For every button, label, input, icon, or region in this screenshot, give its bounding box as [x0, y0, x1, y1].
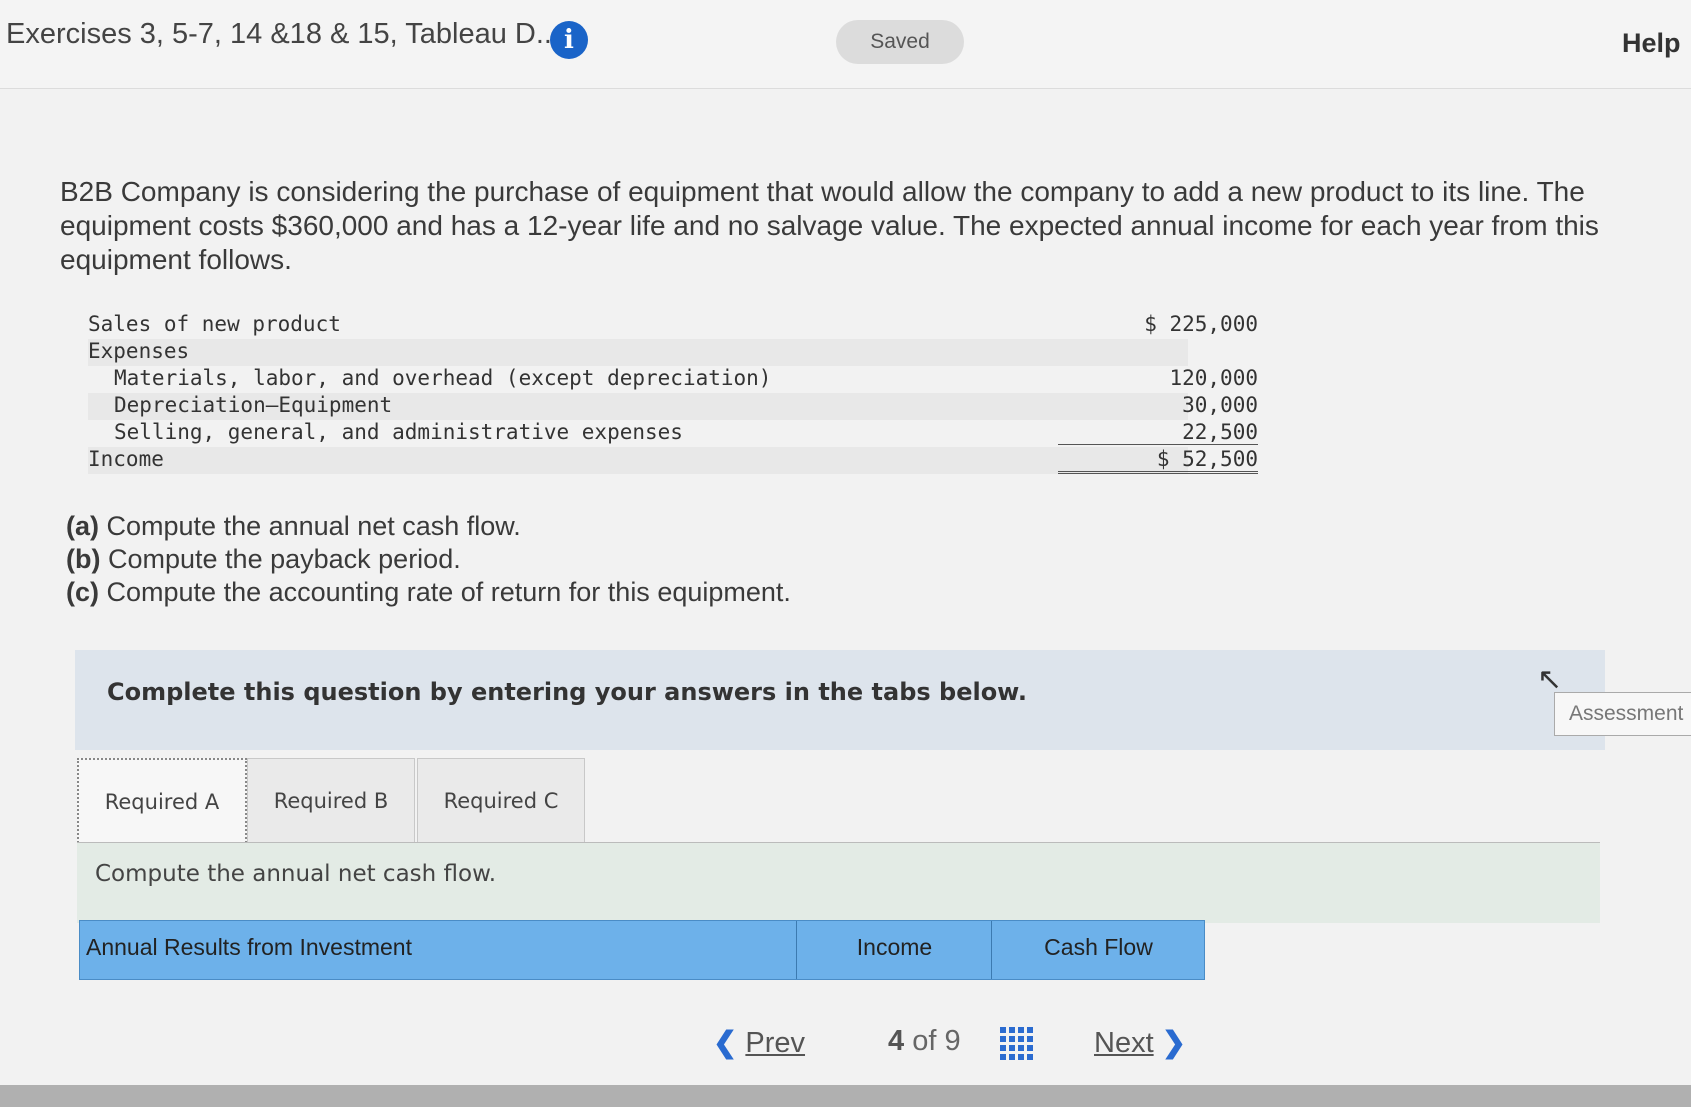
tab-panel: Compute the annual net cash flow. — [77, 842, 1600, 923]
info-icon[interactable]: i — [550, 21, 588, 59]
tab-required-c[interactable]: Required C — [417, 758, 585, 844]
help-link[interactable]: Help — [1622, 28, 1681, 59]
row-amount: $ 52,500 — [1058, 447, 1258, 474]
tab-required-b[interactable]: Required B — [247, 758, 415, 844]
assessment-label[interactable]: Assessment — [1554, 692, 1691, 736]
results-table-header: Annual Results from Investment Income Ca… — [79, 920, 1205, 980]
requirement-b: (b) Compute the payback period. — [66, 544, 461, 574]
statement-row-income: Income $ 52,500 — [88, 447, 1258, 474]
row-amount: 22,500 — [1058, 420, 1258, 445]
statement-row-sales: Sales of new product $ 225,000 — [88, 312, 1258, 339]
row-label: Depreciation–Equipment — [114, 393, 393, 417]
instructions-text: Complete this question by entering your … — [107, 678, 1027, 706]
grid-icon[interactable] — [1000, 1027, 1033, 1060]
next-button[interactable]: Next ❯ — [1094, 1025, 1186, 1060]
bottom-bar — [0, 1085, 1691, 1107]
column-header-cash-flow: Cash Flow — [991, 921, 1205, 979]
saved-status-badge: Saved — [836, 20, 964, 64]
requirements-list: (a) Compute the annual net cash flow. (b… — [66, 510, 791, 609]
column-header-results: Annual Results from Investment — [86, 934, 412, 960]
instructions-box: Complete this question by entering your … — [75, 650, 1605, 750]
page-indicator: 4 of 9 — [888, 1025, 961, 1057]
statement-row-materials: Materials, labor, and overhead (except d… — [88, 366, 1258, 393]
row-label: Selling, general, and administrative exp… — [114, 420, 683, 444]
tab-panel-prompt: Compute the annual net cash flow. — [95, 861, 497, 887]
row-label: Sales of new product — [88, 312, 341, 336]
statement-row-expenses: Expenses — [88, 339, 1188, 366]
problem-text: B2B Company is considering the purchase … — [60, 176, 1599, 275]
chevron-left-icon: ❮ — [713, 1027, 738, 1059]
row-label: Expenses — [88, 339, 190, 363]
assignment-title: Exercises 3, 5-7, 14 &18 & 15, Tableau D… — [6, 18, 561, 50]
requirement-a: (a) Compute the annual net cash flow. — [66, 511, 521, 541]
statement-row-selling: Selling, general, and administrative exp… — [88, 420, 1258, 447]
prev-button[interactable]: ❮ Prev — [713, 1025, 805, 1060]
row-amount: 30,000 — [1182, 393, 1258, 417]
tab-required-a[interactable]: Required A — [77, 758, 247, 846]
row-amount: 120,000 — [1169, 366, 1258, 390]
row-label: Income — [88, 447, 164, 471]
statement-row-depreciation: Depreciation–Equipment 30,000 — [88, 393, 1258, 420]
chevron-right-icon: ❯ — [1161, 1027, 1187, 1059]
top-bar: Exercises 3, 5-7, 14 &18 & 15, Tableau D… — [0, 0, 1691, 89]
row-label: Materials, labor, and overhead (except d… — [114, 366, 772, 390]
column-header-income: Income — [796, 921, 992, 979]
requirement-c: (c) Compute the accounting rate of retur… — [66, 577, 791, 607]
row-amount: $ 225,000 — [1144, 312, 1258, 336]
